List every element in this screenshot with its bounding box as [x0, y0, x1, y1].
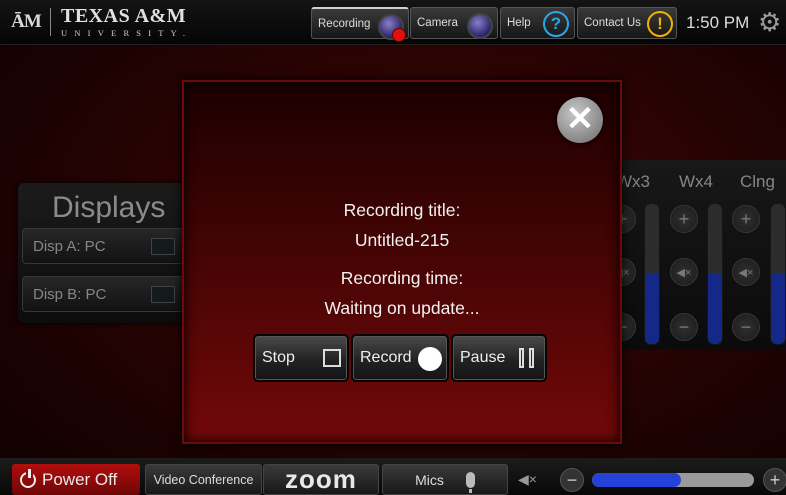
tamu-logo: ĀM TEXAS A&M UNIVERSITY.: [6, 6, 306, 38]
master-volume-down-button[interactable]: −: [560, 468, 584, 492]
pause-button[interactable]: Pause: [451, 334, 547, 382]
exclamation-circle-icon: !: [647, 11, 673, 37]
close-icon: ✕: [565, 100, 595, 138]
zoom-button[interactable]: zoom: [263, 464, 379, 495]
question-circle-icon: ?: [543, 11, 569, 37]
camera-button[interactable]: Camera: [410, 7, 498, 39]
master-mute-icon[interactable]: ◀×: [518, 471, 537, 488]
gear-icon[interactable]: ⚙: [758, 9, 781, 35]
recording-button[interactable]: Recording: [311, 7, 409, 42]
power-icon: [20, 468, 36, 488]
recording-active-dot-icon: [392, 28, 406, 42]
microphone-icon: [465, 471, 475, 493]
mics-button[interactable]: Mics: [382, 464, 508, 495]
stop-label: Stop: [262, 349, 295, 366]
clock: 1:50 PM: [686, 13, 750, 32]
stop-button[interactable]: Stop: [253, 334, 349, 382]
power-off-label: Power Off: [42, 469, 118, 489]
top-bar: ĀM TEXAS A&M UNIVERSITY. Recording Camer…: [0, 0, 786, 45]
logo-main-text: TEXAS A&M: [61, 5, 187, 28]
recording-title-value: Untitled-215: [354, 230, 450, 250]
master-volume-up-button[interactable]: +: [763, 468, 786, 492]
recording-time-label: Recording time:: [340, 268, 464, 288]
pause-label: Pause: [460, 349, 506, 366]
camera-label: Camera: [417, 17, 458, 29]
bottom-bar: Power Off Video Conference zoom Mics ◀× …: [0, 458, 786, 495]
zoom-logo-text: zoom: [285, 464, 357, 494]
pause-icon: [519, 348, 537, 370]
contact-label: Contact Us: [584, 17, 641, 29]
contact-us-button[interactable]: Contact Us !: [577, 7, 677, 39]
logo-sub-text: UNIVERSITY.: [61, 28, 193, 39]
master-volume-slider[interactable]: [592, 473, 754, 487]
atm-logo-mark: ĀM: [11, 11, 42, 32]
video-conference-button[interactable]: Video Conference: [145, 464, 262, 495]
mics-label: Mics: [415, 471, 444, 488]
record-circle-icon: [418, 347, 442, 371]
close-dialog-button[interactable]: ✕: [557, 97, 603, 143]
record-button[interactable]: Record: [351, 334, 449, 382]
logo-wordmark: TEXAS A&M UNIVERSITY.: [61, 6, 192, 38]
camera-lens-icon: [467, 13, 493, 39]
master-volume-fill: [592, 473, 682, 487]
recording-title-label: Recording title:: [343, 200, 461, 220]
stop-square-icon: [323, 349, 341, 367]
recording-dialog: ✕ Recording title: Untitled-215 Recordin…: [182, 80, 622, 444]
recording-time-value: Waiting on update...: [324, 298, 480, 318]
recording-label: Recording: [318, 17, 371, 30]
video-conference-label: Video Conference: [153, 472, 254, 487]
help-button[interactable]: Help ?: [500, 7, 575, 39]
help-label: Help: [507, 17, 531, 29]
power-off-button[interactable]: Power Off: [12, 464, 140, 495]
record-label: Record: [360, 349, 412, 366]
logo-divider: [50, 8, 51, 36]
